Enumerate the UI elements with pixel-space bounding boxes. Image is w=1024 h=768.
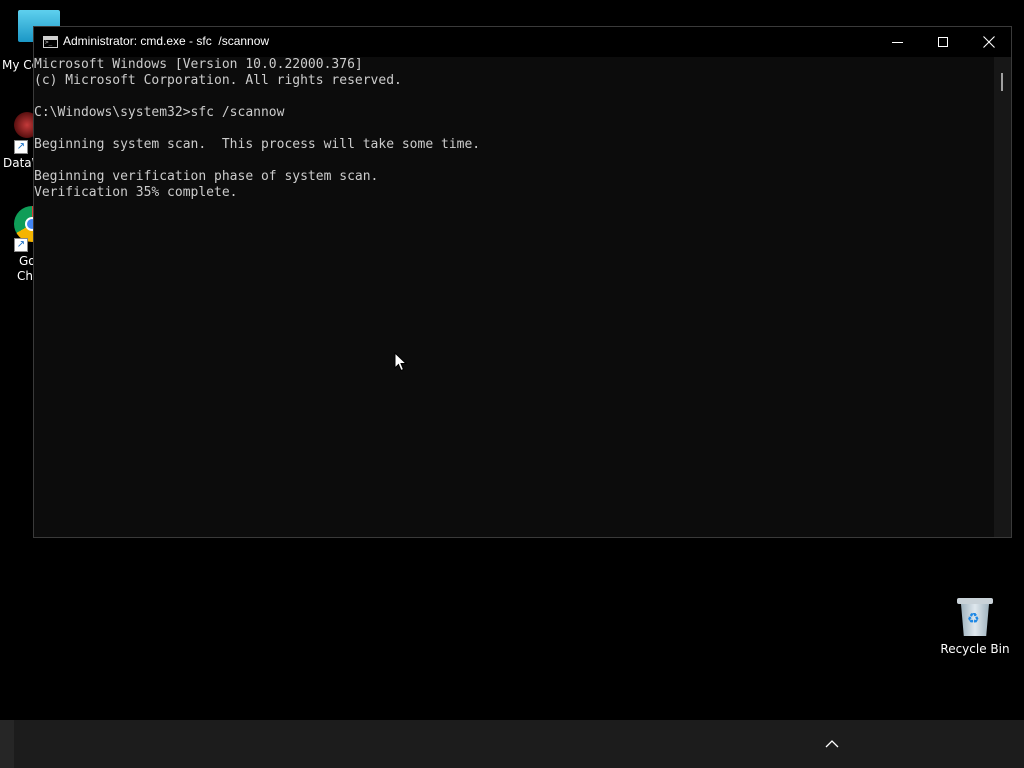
close-icon bbox=[983, 36, 995, 48]
window-title: Administrator: cmd.exe - sfc /scannow bbox=[63, 34, 270, 48]
mouse-pointer-icon bbox=[394, 352, 408, 372]
maximize-icon bbox=[938, 37, 948, 47]
close-button[interactable] bbox=[966, 27, 1012, 57]
console-line: Beginning system scan. This process will… bbox=[34, 137, 481, 152]
minimize-icon bbox=[891, 41, 903, 43]
console-line: (c) Microsoft Corporation. All rights re… bbox=[34, 73, 402, 88]
maximize-button[interactable] bbox=[920, 27, 966, 57]
shortcut-arrow-icon: ↗ bbox=[14, 238, 28, 252]
console-output[interactable]: Microsoft Windows [Version 10.0.22000.37… bbox=[34, 57, 994, 537]
console-scrollbar[interactable] bbox=[994, 57, 1011, 537]
console-line: Microsoft Windows [Version 10.0.22000.37… bbox=[34, 57, 363, 72]
console-line: Beginning verification phase of system s… bbox=[34, 169, 379, 184]
console-line: C:\Windows\system32>sfc /scannow bbox=[34, 105, 285, 120]
recycle-bin-icon: ♻ bbox=[957, 596, 993, 636]
taskbar bbox=[0, 720, 1024, 768]
console-line: Verification 35% complete. bbox=[34, 185, 238, 200]
desktop-icon-recycle-bin[interactable]: ♻ Recycle Bin bbox=[940, 596, 1010, 656]
show-hidden-icons-button[interactable] bbox=[820, 732, 844, 756]
cmd-window[interactable]: Administrator: cmd.exe - sfc /scannow Mi… bbox=[33, 26, 1012, 538]
taskbar-edge bbox=[0, 720, 14, 768]
shortcut-arrow-icon: ↗ bbox=[14, 140, 28, 154]
recycle-bin-label: Recycle Bin bbox=[940, 642, 1010, 656]
window-titlebar[interactable]: Administrator: cmd.exe - sfc /scannow bbox=[34, 27, 1011, 57]
desktop: My Co ↗ DataW ↗ Go Chi ♻ Recycle Bin Adm… bbox=[0, 0, 1024, 768]
scrollbar-thumb[interactable] bbox=[1001, 73, 1003, 91]
chevron-up-icon bbox=[825, 740, 839, 748]
cmd-icon[interactable] bbox=[43, 36, 58, 48]
minimize-button[interactable] bbox=[874, 27, 920, 57]
